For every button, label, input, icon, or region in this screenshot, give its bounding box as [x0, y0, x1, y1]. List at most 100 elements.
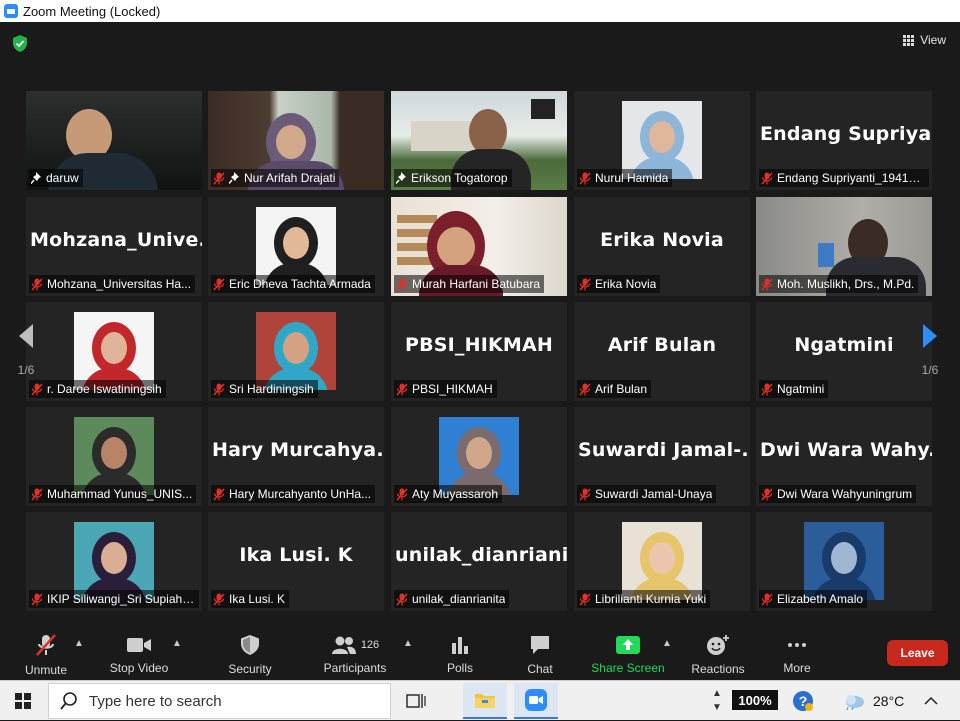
participant-tile[interactable]: Suwardi Jamal-... Suwardi Jamal-Unaya	[574, 407, 750, 506]
participant-name-label: Erika Novia	[577, 275, 661, 293]
participant-tile[interactable]: Sri Hardiningsih	[208, 302, 384, 401]
task-view-icon[interactable]	[394, 683, 438, 719]
participant-name: Ngatmini	[777, 382, 825, 396]
participant-tile[interactable]: Ngatmini Ngatmini	[756, 302, 932, 401]
window-titlebar: Zoom Meeting (Locked)	[0, 0, 960, 22]
participant-photo	[804, 522, 884, 600]
stop-video-button[interactable]: Stop Video	[104, 630, 174, 680]
participant-tile[interactable]: PBSI_HIKMAH PBSI_HIKMAH	[391, 302, 567, 401]
participant-name: unilak_dianrianita	[412, 592, 506, 606]
audio-options-chevron-icon[interactable]: ▲	[74, 638, 84, 649]
taskbar-search-input[interactable]: Type here to search	[48, 683, 391, 719]
help-question-icon[interactable]: ?	[792, 681, 814, 721]
reactions-button[interactable]: Reactions	[690, 630, 746, 680]
meeting-area: View daruw Nur Arifah Drajati Erikson Toga…	[0, 22, 960, 630]
participant-tile[interactable]: Endang Supriya... Endang Supriyanti_19410…	[756, 91, 932, 190]
participant-tile[interactable]: Moh. Muslikh, Drs., M.Pd.	[756, 197, 932, 296]
participant-tile[interactable]: Erika Novia Erika Novia	[574, 197, 750, 296]
participant-name: Ika Lusi. K	[229, 592, 286, 606]
participant-tile[interactable]: Aty Muyassaroh	[391, 407, 567, 506]
stop-video-label: Stop Video	[109, 661, 169, 675]
participant-name-label: daruw	[29, 169, 83, 187]
participant-name: Librilianti Kurnia Yuki	[595, 592, 707, 606]
unmute-label: Unmute	[24, 663, 68, 677]
participant-name: PBSI_HIKMAH	[412, 382, 493, 396]
participant-name: Suwardi Jamal-Unaya	[595, 487, 713, 501]
microphone-muted-icon	[396, 382, 408, 396]
microphone-muted-icon	[579, 487, 591, 501]
participants-button[interactable]: 126 Participants	[320, 630, 390, 680]
participants-options-chevron-icon[interactable]: ▲	[403, 638, 413, 649]
participant-tile[interactable]: Dwi Wara Wahy... Dwi Wara Wahyuningrum	[756, 407, 932, 506]
pin-icon	[396, 172, 406, 184]
participant-tile[interactable]: Nur Arifah Drajati	[208, 91, 384, 190]
participant-name: Erika Novia	[595, 277, 657, 291]
participant-name-label: unilak_dianrianita	[394, 590, 510, 608]
microphone-muted-icon	[213, 592, 225, 606]
tray-scroll-arrows[interactable]: ▲ ▼	[712, 681, 722, 721]
participant-name: IKIP Siliwangi_Sri Supiah ...	[47, 592, 195, 606]
microphone-muted-icon	[579, 382, 591, 396]
participant-name-label: Erikson Togatorop	[394, 169, 512, 187]
unmute-button[interactable]: Unmute	[20, 630, 72, 680]
participant-name-label: PBSI_HIKMAH	[394, 380, 497, 398]
tray-up-chevron-icon[interactable]: ▲	[712, 687, 722, 701]
participant-tile[interactable]: Muhammad Yunus_UNIS...	[26, 407, 202, 506]
microphone-muted-icon	[213, 277, 225, 291]
participant-tile[interactable]: unilak_dianrianita unilak_dianrianita	[391, 512, 567, 611]
pin-icon	[229, 172, 239, 184]
participant-tile[interactable]: Librilianti Kurnia Yuki	[574, 512, 750, 611]
video-options-chevron-icon[interactable]: ▲	[172, 638, 182, 649]
zoom-level-indicator[interactable]: 100%	[732, 690, 778, 710]
security-button[interactable]: Security	[224, 630, 276, 680]
participant-tile[interactable]: Hary Murcahya... Hary Murcahyanto UnHa...	[208, 407, 384, 506]
participant-name: Murah Harfani Batubara	[412, 277, 541, 291]
previous-page-button[interactable]: 1/6	[6, 305, 46, 395]
microphone-muted-icon	[31, 277, 43, 291]
share-screen-label: Share Screen	[591, 661, 665, 675]
weather-cloud-icon	[846, 695, 864, 710]
microphone-muted-icon	[396, 487, 408, 501]
file-explorer-icon[interactable]	[463, 683, 507, 719]
more-button[interactable]: More	[777, 630, 817, 680]
share-options-chevron-icon[interactable]: ▲	[662, 638, 672, 649]
weather-widget[interactable]: 28°C	[843, 681, 904, 721]
polls-button[interactable]: Polls	[440, 630, 480, 680]
view-button[interactable]: View	[903, 33, 946, 47]
next-page-button[interactable]: 1/6	[910, 305, 950, 395]
zoom-taskbar-icon[interactable]	[514, 683, 558, 719]
tray-down-chevron-icon[interactable]: ▼	[712, 701, 722, 715]
microphone-muted-icon	[213, 487, 225, 501]
chat-button[interactable]: Chat	[520, 630, 560, 680]
participants-label: Participants	[323, 661, 387, 675]
security-label: Security	[228, 662, 272, 676]
share-screen-button[interactable]: Share Screen	[590, 630, 666, 680]
participant-tile[interactable]: daruw	[26, 91, 202, 190]
chevron-left-icon	[19, 324, 33, 348]
participant-tile[interactable]: Elizabeth Amalo	[756, 512, 932, 611]
participant-tile[interactable]: IKIP Siliwangi_Sri Supiah ...	[26, 512, 202, 611]
windows-taskbar: Type here to search ▲ ▼ 100% ? 28°C	[0, 680, 960, 720]
participant-tile[interactable]: Murah Harfani Batubara	[391, 197, 567, 296]
leave-meeting-button[interactable]: Leave	[887, 640, 948, 666]
show-hidden-icons-chevron-icon[interactable]	[924, 681, 938, 721]
participant-tile[interactable]: Ika Lusi. K Ika Lusi. K	[208, 512, 384, 611]
encryption-shield-icon[interactable]	[12, 35, 28, 52]
participant-tile[interactable]: Arif Bulan Arif Bulan	[574, 302, 750, 401]
windows-start-icon[interactable]	[15, 693, 31, 709]
microphone-muted-icon	[213, 171, 225, 185]
participant-tile[interactable]: r. Daroe Iswatiningsih	[26, 302, 202, 401]
pin-icon	[31, 172, 41, 184]
more-label: More	[783, 661, 811, 675]
participant-display-name: unilak_dianrianita	[395, 544, 567, 566]
reactions-label: Reactions	[691, 662, 745, 676]
participant-tile[interactable]: Nurul Hamida	[574, 91, 750, 190]
participant-tile[interactable]: Mohzana_Unive... Mohzana_Universitas Ha..…	[26, 197, 202, 296]
participant-display-name: Endang Supriya...	[760, 123, 932, 145]
participant-photo	[74, 417, 154, 495]
participant-tile[interactable]: Eric Dheva Tachta Armada	[208, 197, 384, 296]
participants-icon	[331, 636, 356, 654]
microphone-muted-icon	[36, 634, 56, 656]
participant-tile[interactable]: Erikson Togatorop	[391, 91, 567, 190]
participant-name: r. Daroe Iswatiningsih	[47, 382, 162, 396]
